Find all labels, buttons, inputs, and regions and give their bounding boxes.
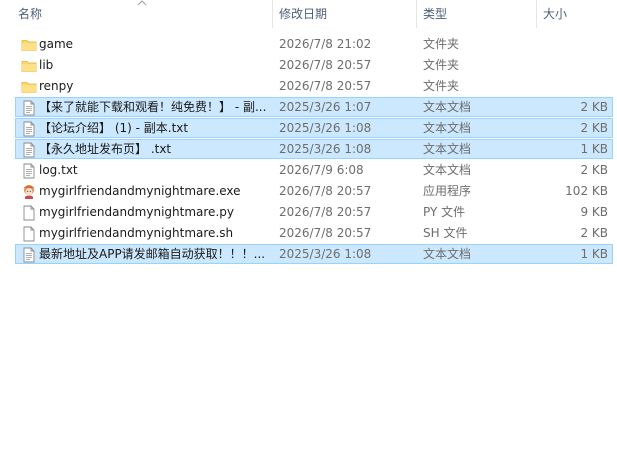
- file-row[interactable]: game 2026/7/8 21:02 文件夹: [15, 34, 613, 54]
- column-header-size[interactable]: 大小: [537, 0, 613, 28]
- folder-icon: [21, 37, 37, 53]
- blank-file-icon: [21, 205, 37, 221]
- column-header-date[interactable]: 修改日期: [273, 0, 415, 28]
- column-header-type[interactable]: 类型: [417, 0, 535, 28]
- file-type: 文本文档: [423, 142, 472, 156]
- file-date: 2025/3/26 1:07: [279, 100, 372, 114]
- file-date: 2026/7/8 20:57: [279, 205, 372, 219]
- file-size: 1 KB: [580, 142, 608, 156]
- file-row[interactable]: 【永久地址发布页】 .txt 2025/3/26 1:08 文本文档 1 KB: [15, 139, 613, 159]
- file-name: game: [39, 37, 74, 51]
- file-name: renpy: [39, 79, 74, 93]
- file-size: 2 KB: [580, 163, 608, 177]
- file-date: 2026/7/8 20:57: [279, 184, 372, 198]
- text-document-icon: [21, 121, 37, 137]
- file-date: 2025/3/26 1:08: [279, 142, 372, 156]
- file-row[interactable]: lib 2026/7/8 20:57 文件夹: [15, 55, 613, 75]
- file-date: 2025/3/26 1:08: [279, 121, 372, 135]
- text-document-icon: [21, 247, 37, 263]
- file-row[interactable]: mygirlfriendandmynightmare.sh 2026/7/8 20…: [15, 223, 613, 243]
- file-date: 2025/3/26 1:08: [279, 247, 372, 261]
- file-name: 最新地址及APP请发邮箱自动获取！！！...: [39, 247, 266, 261]
- folder-icon: [21, 79, 37, 95]
- text-document-icon: [21, 142, 37, 158]
- file-name: mygirlfriendandmynightmare.exe: [39, 184, 241, 198]
- file-row[interactable]: 最新地址及APP请发邮箱自动获取！！！... 2025/3/26 1:08 文本文档…: [15, 244, 613, 264]
- text-document-icon: [21, 163, 37, 179]
- file-row[interactable]: mygirlfriendandmynightmare.py 2026/7/8 20…: [15, 202, 613, 222]
- file-size: 1 KB: [580, 247, 608, 261]
- file-name: 【永久地址发布页】 .txt: [39, 142, 172, 156]
- column-header-name[interactable]: 名称: [12, 0, 270, 28]
- file-size: 9 KB: [580, 205, 608, 219]
- app-character-icon: [21, 184, 37, 200]
- file-type: 应用程序: [423, 184, 472, 198]
- file-date: 2026/7/9 6:08: [279, 163, 364, 177]
- file-row[interactable]: renpy 2026/7/8 20:57 文件夹: [15, 76, 613, 96]
- folder-icon: [21, 58, 37, 74]
- file-name: 【来了就能下载和观看！纯免费！】 - 副...: [39, 100, 267, 114]
- text-document-icon: [21, 100, 37, 116]
- file-size: 2 KB: [580, 121, 608, 135]
- file-row[interactable]: 【来了就能下载和观看！纯免费！】 - 副... 2025/3/26 1:07 文本文…: [15, 97, 613, 117]
- file-type: 文本文档: [423, 100, 472, 114]
- file-name: 【论坛介绍】 (1) - 副本.txt: [39, 121, 189, 135]
- file-name: lib: [39, 58, 54, 72]
- column-header-bar: 名称 修改日期 类型 大小: [0, 0, 617, 28]
- file-type: 文件夹: [423, 79, 460, 93]
- file-type: 文件夹: [423, 37, 460, 51]
- file-type: 文件夹: [423, 58, 460, 72]
- file-row[interactable]: 【论坛介绍】 (1) - 副本.txt 2025/3/26 1:08 文本文档 2 K…: [15, 118, 613, 138]
- file-row[interactable]: log.txt 2026/7/9 6:08 文本文档 2 KB: [15, 160, 613, 180]
- file-size: 2 KB: [580, 100, 608, 114]
- file-size: 102 KB: [565, 184, 608, 198]
- file-date: 2026/7/8 20:57: [279, 79, 372, 93]
- file-name: mygirlfriendandmynightmare.py: [39, 205, 234, 219]
- file-type: PY 文件: [423, 205, 466, 219]
- file-date: 2026/7/8 21:02: [279, 37, 372, 51]
- file-type: SH 文件: [423, 226, 468, 240]
- file-name: log.txt: [39, 163, 78, 177]
- file-type: 文本文档: [423, 247, 472, 261]
- file-date: 2026/7/8 20:57: [279, 226, 372, 240]
- file-row[interactable]: mygirlfriendandmynightmare.exe 2026/7/8 2…: [15, 181, 613, 201]
- file-size: 2 KB: [580, 226, 608, 240]
- file-date: 2026/7/8 20:57: [279, 58, 372, 72]
- file-name: mygirlfriendandmynightmare.sh: [39, 226, 234, 240]
- file-type: 文本文档: [423, 163, 472, 177]
- file-type: 文本文档: [423, 121, 472, 135]
- blank-file-icon: [21, 226, 37, 242]
